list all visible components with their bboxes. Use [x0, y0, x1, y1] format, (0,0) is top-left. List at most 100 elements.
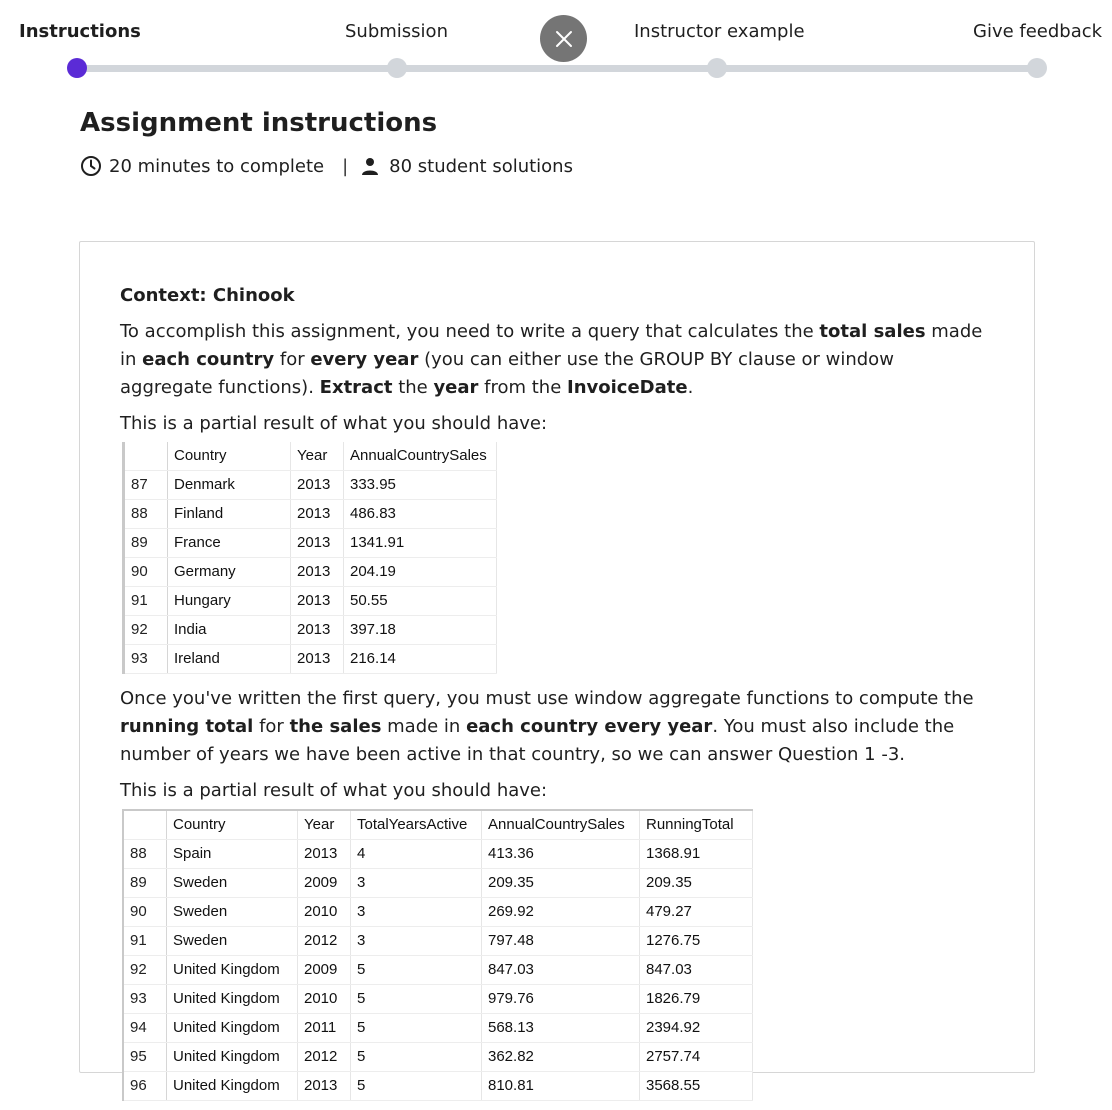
table-cell: 2011 — [297, 1013, 351, 1043]
paragraph-2: Once you've written the first query, you… — [120, 685, 990, 769]
table-cell: 1368.91 — [639, 839, 753, 869]
assignment-meta: 20 minutes to complete | 80 student solu… — [80, 155, 573, 177]
table-cell: 2013 — [297, 839, 351, 869]
step-dot-instructor-example[interactable] — [707, 58, 727, 78]
column-header: AnnualCountrySales — [343, 442, 497, 471]
table-row: 88 Spain 2013 4 413.36 1368.91 — [124, 839, 753, 869]
column-header: AnnualCountrySales — [481, 811, 640, 840]
table-cell: Finland — [167, 499, 291, 529]
step-dot-give-feedback[interactable] — [1027, 58, 1047, 78]
column-header: TotalYearsActive — [350, 811, 482, 840]
table-cell: Sweden — [166, 868, 298, 898]
table-cell: 2013 — [290, 528, 344, 558]
clock-icon — [81, 156, 101, 176]
table-cell: 2394.92 — [639, 1013, 753, 1043]
step-instructions[interactable]: Instructions — [19, 21, 141, 42]
table-cell: 810.81 — [481, 1071, 640, 1101]
text-run: InvoiceDate — [567, 377, 688, 398]
table-cell: 2013 — [290, 586, 344, 616]
table-cell: 4 — [350, 839, 482, 869]
row-number: 87 — [125, 470, 168, 500]
table-cell: 5 — [350, 984, 482, 1014]
row-number: 95 — [124, 1042, 167, 1072]
table-row: 92 India 2013 397.18 — [125, 615, 497, 645]
table-cell: 2010 — [297, 984, 351, 1014]
row-number: 92 — [125, 615, 168, 645]
result-table-2: Country Year TotalYearsActive AnnualCountry… — [124, 811, 753, 1101]
text-run: Extract — [319, 377, 393, 398]
partial-result-label-2: This is a partial result of what you sho… — [120, 780, 548, 801]
text-run: for — [274, 349, 311, 370]
step-dot-submission[interactable] — [387, 58, 407, 78]
table-header-row: Country Year AnnualCountrySales — [125, 442, 497, 471]
table-cell: 3 — [350, 926, 482, 956]
row-number: 92 — [124, 955, 167, 985]
row-number: 89 — [124, 868, 167, 898]
text-run: running total — [120, 716, 254, 737]
page-title: Assignment instructions — [80, 108, 438, 138]
table-cell: 216.14 — [343, 644, 497, 674]
table-row: 88 Finland 2013 486.83 — [125, 499, 497, 529]
close-button[interactable] — [540, 15, 587, 62]
table-cell: United Kingdom — [166, 1071, 298, 1101]
table-cell: 209.35 — [639, 868, 753, 898]
table-cell: 5 — [350, 1071, 482, 1101]
table-row: 92 United Kingdom 2009 5 847.03 847.03 — [124, 955, 753, 985]
meta-separator: | — [342, 155, 349, 177]
table-cell: 847.03 — [639, 955, 753, 985]
table-cell: 362.82 — [481, 1042, 640, 1072]
step-instructor-example[interactable]: Instructor example — [634, 21, 805, 42]
table-cell: 797.48 — [481, 926, 640, 956]
result-table-2-image: Country Year TotalYearsActive AnnualCountry… — [122, 809, 753, 1101]
text-run: . — [687, 377, 694, 398]
table-cell: 397.18 — [343, 615, 497, 645]
step-give-feedback[interactable]: Give feedback — [973, 21, 1102, 42]
table-cell: 5 — [350, 955, 482, 985]
table-cell: 2757.74 — [639, 1042, 753, 1072]
table-cell: 2013 — [290, 644, 344, 674]
progress-track — [76, 65, 1038, 72]
table-cell: 2013 — [290, 470, 344, 500]
column-header: Year — [290, 442, 344, 471]
step-dot-instructions[interactable] — [67, 58, 87, 78]
column-header — [124, 811, 167, 840]
duration-text: 20 minutes to complete — [109, 155, 325, 177]
instructions-content: Context: Chinook To accomplish this assi… — [120, 282, 990, 1110]
table-cell: 2009 — [297, 955, 351, 985]
table-cell: France — [167, 528, 291, 558]
step-submission[interactable]: Submission — [345, 21, 448, 42]
text-run: for — [253, 716, 290, 737]
row-number: 90 — [124, 897, 167, 927]
progress-stepper: Instructions Submission Instructor examp… — [0, 0, 1112, 90]
text-run: the — [392, 377, 434, 398]
table-cell: Germany — [167, 557, 291, 587]
table-row: 95 United Kingdom 2012 5 362.82 2757.74 — [124, 1042, 753, 1072]
table-cell: 2013 — [297, 1071, 351, 1101]
table-cell: United Kingdom — [166, 955, 298, 985]
table-cell: 486.83 — [343, 499, 497, 529]
table-cell: Denmark — [167, 470, 291, 500]
table-cell: 2010 — [297, 897, 351, 927]
table-cell: 209.35 — [481, 868, 640, 898]
table-cell: 1826.79 — [639, 984, 753, 1014]
text-run: Once you've written the first query, you… — [120, 688, 974, 709]
table-cell: United Kingdom — [166, 1042, 298, 1072]
partial-result-label-1: This is a partial result of what you sho… — [120, 413, 548, 434]
table-row: 93 United Kingdom 2010 5 979.76 1826.79 — [124, 984, 753, 1014]
table-cell: 2012 — [297, 1042, 351, 1072]
column-header — [125, 442, 168, 471]
row-number: 93 — [125, 644, 168, 674]
table-cell: 3 — [350, 897, 482, 927]
paragraph-1: To accomplish this assignment, you need … — [120, 318, 990, 402]
row-number: 94 — [124, 1013, 167, 1043]
close-icon — [555, 30, 572, 47]
table-row: 93 Ireland 2013 216.14 — [125, 644, 497, 674]
column-header: RunningTotal — [639, 811, 753, 840]
row-number: 91 — [124, 926, 167, 956]
column-header: Year — [297, 811, 351, 840]
table-row: 89 France 2013 1341.91 — [125, 528, 497, 558]
table-cell: 413.36 — [481, 839, 640, 869]
text-run: To accomplish this assignment, you need … — [120, 321, 820, 342]
table-row: 90 Germany 2013 204.19 — [125, 557, 497, 587]
text-run: the sales — [289, 716, 382, 737]
